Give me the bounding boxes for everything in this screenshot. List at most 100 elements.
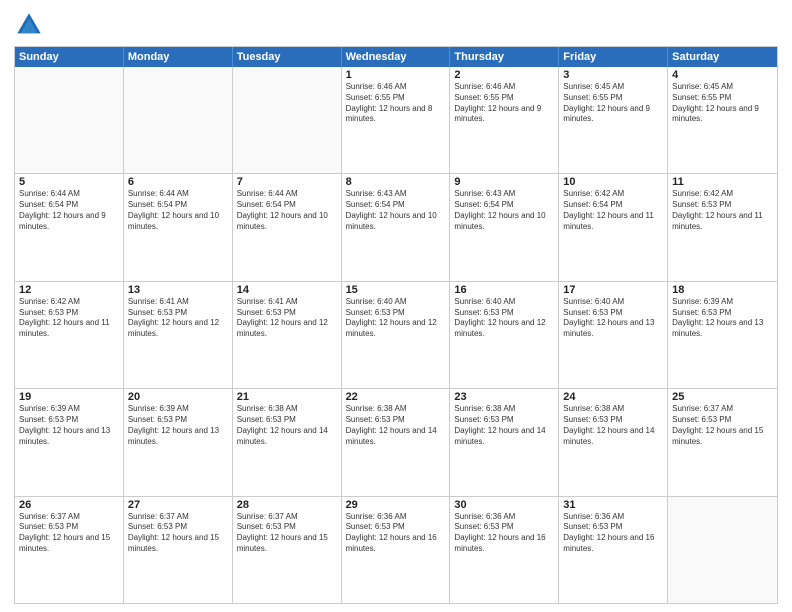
calendar-row-1: 1Sunrise: 6:46 AMSunset: 6:55 PMDaylight…: [15, 67, 777, 173]
calendar-cell: [233, 67, 342, 173]
day-number: 15: [346, 284, 446, 296]
day-number: 6: [128, 176, 228, 188]
calendar-cell: 26Sunrise: 6:37 AMSunset: 6:53 PMDayligh…: [15, 497, 124, 603]
calendar-cell: 29Sunrise: 6:36 AMSunset: 6:53 PMDayligh…: [342, 497, 451, 603]
cell-info: Sunrise: 6:43 AMSunset: 6:54 PMDaylight:…: [454, 189, 554, 232]
day-number: 27: [128, 499, 228, 511]
calendar-cell: 12Sunrise: 6:42 AMSunset: 6:53 PMDayligh…: [15, 282, 124, 388]
cell-info: Sunrise: 6:43 AMSunset: 6:54 PMDaylight:…: [346, 189, 446, 232]
day-number: 26: [19, 499, 119, 511]
calendar-cell: 13Sunrise: 6:41 AMSunset: 6:53 PMDayligh…: [124, 282, 233, 388]
calendar-cell: [124, 67, 233, 173]
day-number: 29: [346, 499, 446, 511]
calendar-cell: 25Sunrise: 6:37 AMSunset: 6:53 PMDayligh…: [668, 389, 777, 495]
day-number: 22: [346, 391, 446, 403]
weekday-header-friday: Friday: [559, 47, 668, 67]
cell-info: Sunrise: 6:36 AMSunset: 6:53 PMDaylight:…: [454, 512, 554, 555]
day-number: 12: [19, 284, 119, 296]
day-number: 3: [563, 69, 663, 81]
weekday-header-thursday: Thursday: [450, 47, 559, 67]
page: SundayMondayTuesdayWednesdayThursdayFrid…: [0, 0, 792, 612]
weekday-header-sunday: Sunday: [15, 47, 124, 67]
cell-info: Sunrise: 6:40 AMSunset: 6:53 PMDaylight:…: [454, 297, 554, 340]
cell-info: Sunrise: 6:37 AMSunset: 6:53 PMDaylight:…: [672, 404, 773, 447]
cell-info: Sunrise: 6:39 AMSunset: 6:53 PMDaylight:…: [128, 404, 228, 447]
header: [14, 10, 778, 40]
calendar-row-3: 12Sunrise: 6:42 AMSunset: 6:53 PMDayligh…: [15, 281, 777, 388]
day-number: 7: [237, 176, 337, 188]
cell-info: Sunrise: 6:44 AMSunset: 6:54 PMDaylight:…: [19, 189, 119, 232]
calendar-cell: 18Sunrise: 6:39 AMSunset: 6:53 PMDayligh…: [668, 282, 777, 388]
day-number: 1: [346, 69, 446, 81]
cell-info: Sunrise: 6:42 AMSunset: 6:54 PMDaylight:…: [563, 189, 663, 232]
calendar-cell: 10Sunrise: 6:42 AMSunset: 6:54 PMDayligh…: [559, 174, 668, 280]
cell-info: Sunrise: 6:38 AMSunset: 6:53 PMDaylight:…: [346, 404, 446, 447]
day-number: 14: [237, 284, 337, 296]
calendar: SundayMondayTuesdayWednesdayThursdayFrid…: [14, 46, 778, 604]
cell-info: Sunrise: 6:37 AMSunset: 6:53 PMDaylight:…: [128, 512, 228, 555]
day-number: 16: [454, 284, 554, 296]
calendar-header: SundayMondayTuesdayWednesdayThursdayFrid…: [15, 47, 777, 67]
cell-info: Sunrise: 6:46 AMSunset: 6:55 PMDaylight:…: [346, 82, 446, 125]
calendar-row-2: 5Sunrise: 6:44 AMSunset: 6:54 PMDaylight…: [15, 173, 777, 280]
calendar-cell: 28Sunrise: 6:37 AMSunset: 6:53 PMDayligh…: [233, 497, 342, 603]
calendar-cell: 6Sunrise: 6:44 AMSunset: 6:54 PMDaylight…: [124, 174, 233, 280]
calendar-cell: [15, 67, 124, 173]
cell-info: Sunrise: 6:46 AMSunset: 6:55 PMDaylight:…: [454, 82, 554, 125]
day-number: 30: [454, 499, 554, 511]
calendar-cell: [668, 497, 777, 603]
day-number: 8: [346, 176, 446, 188]
cell-info: Sunrise: 6:37 AMSunset: 6:53 PMDaylight:…: [237, 512, 337, 555]
cell-info: Sunrise: 6:38 AMSunset: 6:53 PMDaylight:…: [563, 404, 663, 447]
cell-info: Sunrise: 6:41 AMSunset: 6:53 PMDaylight:…: [237, 297, 337, 340]
cell-info: Sunrise: 6:38 AMSunset: 6:53 PMDaylight:…: [454, 404, 554, 447]
weekday-header-monday: Monday: [124, 47, 233, 67]
calendar-body: 1Sunrise: 6:46 AMSunset: 6:55 PMDaylight…: [15, 67, 777, 603]
calendar-cell: 1Sunrise: 6:46 AMSunset: 6:55 PMDaylight…: [342, 67, 451, 173]
cell-info: Sunrise: 6:40 AMSunset: 6:53 PMDaylight:…: [346, 297, 446, 340]
calendar-cell: 8Sunrise: 6:43 AMSunset: 6:54 PMDaylight…: [342, 174, 451, 280]
calendar-cell: 5Sunrise: 6:44 AMSunset: 6:54 PMDaylight…: [15, 174, 124, 280]
calendar-cell: 21Sunrise: 6:38 AMSunset: 6:53 PMDayligh…: [233, 389, 342, 495]
weekday-header-wednesday: Wednesday: [342, 47, 451, 67]
cell-info: Sunrise: 6:37 AMSunset: 6:53 PMDaylight:…: [19, 512, 119, 555]
calendar-cell: 2Sunrise: 6:46 AMSunset: 6:55 PMDaylight…: [450, 67, 559, 173]
day-number: 23: [454, 391, 554, 403]
cell-info: Sunrise: 6:39 AMSunset: 6:53 PMDaylight:…: [19, 404, 119, 447]
day-number: 13: [128, 284, 228, 296]
calendar-cell: 19Sunrise: 6:39 AMSunset: 6:53 PMDayligh…: [15, 389, 124, 495]
logo: [14, 10, 48, 40]
calendar-cell: 17Sunrise: 6:40 AMSunset: 6:53 PMDayligh…: [559, 282, 668, 388]
cell-info: Sunrise: 6:41 AMSunset: 6:53 PMDaylight:…: [128, 297, 228, 340]
day-number: 11: [672, 176, 773, 188]
day-number: 17: [563, 284, 663, 296]
calendar-cell: 22Sunrise: 6:38 AMSunset: 6:53 PMDayligh…: [342, 389, 451, 495]
day-number: 4: [672, 69, 773, 81]
day-number: 25: [672, 391, 773, 403]
calendar-cell: 9Sunrise: 6:43 AMSunset: 6:54 PMDaylight…: [450, 174, 559, 280]
day-number: 19: [19, 391, 119, 403]
calendar-cell: 7Sunrise: 6:44 AMSunset: 6:54 PMDaylight…: [233, 174, 342, 280]
calendar-cell: 14Sunrise: 6:41 AMSunset: 6:53 PMDayligh…: [233, 282, 342, 388]
weekday-header-tuesday: Tuesday: [233, 47, 342, 67]
day-number: 18: [672, 284, 773, 296]
cell-info: Sunrise: 6:40 AMSunset: 6:53 PMDaylight:…: [563, 297, 663, 340]
day-number: 2: [454, 69, 554, 81]
day-number: 5: [19, 176, 119, 188]
day-number: 28: [237, 499, 337, 511]
day-number: 31: [563, 499, 663, 511]
calendar-cell: 27Sunrise: 6:37 AMSunset: 6:53 PMDayligh…: [124, 497, 233, 603]
logo-icon: [14, 10, 44, 40]
calendar-cell: 24Sunrise: 6:38 AMSunset: 6:53 PMDayligh…: [559, 389, 668, 495]
calendar-cell: 4Sunrise: 6:45 AMSunset: 6:55 PMDaylight…: [668, 67, 777, 173]
calendar-cell: 20Sunrise: 6:39 AMSunset: 6:53 PMDayligh…: [124, 389, 233, 495]
cell-info: Sunrise: 6:42 AMSunset: 6:53 PMDaylight:…: [672, 189, 773, 232]
cell-info: Sunrise: 6:45 AMSunset: 6:55 PMDaylight:…: [563, 82, 663, 125]
day-number: 10: [563, 176, 663, 188]
cell-info: Sunrise: 6:44 AMSunset: 6:54 PMDaylight:…: [128, 189, 228, 232]
calendar-cell: 3Sunrise: 6:45 AMSunset: 6:55 PMDaylight…: [559, 67, 668, 173]
calendar-cell: 11Sunrise: 6:42 AMSunset: 6:53 PMDayligh…: [668, 174, 777, 280]
day-number: 20: [128, 391, 228, 403]
day-number: 21: [237, 391, 337, 403]
calendar-cell: 30Sunrise: 6:36 AMSunset: 6:53 PMDayligh…: [450, 497, 559, 603]
